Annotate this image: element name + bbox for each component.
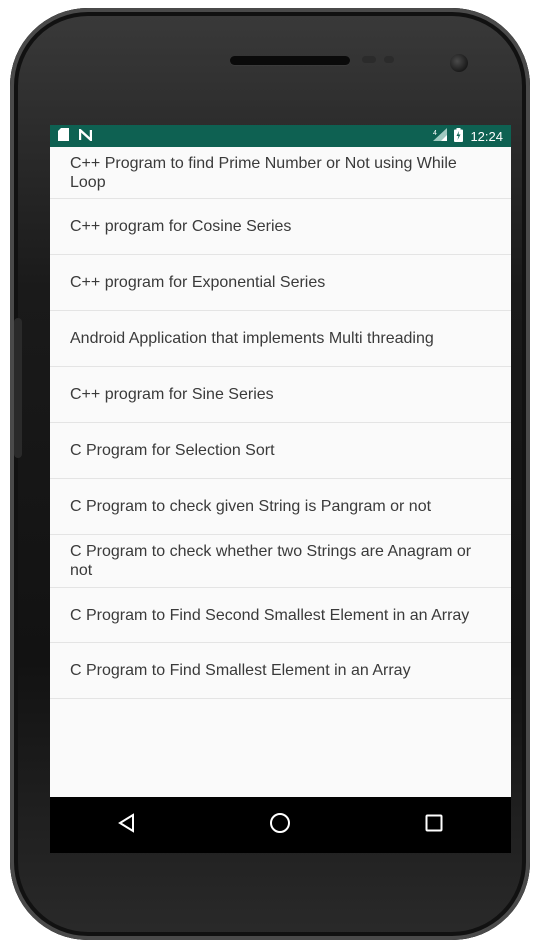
light-sensor	[384, 56, 394, 63]
list-item-label: C Program to check whether two Strings a…	[70, 543, 472, 579]
recents-square-icon	[424, 813, 444, 838]
list-item[interactable]: C++ Program to find Prime Number or Not …	[50, 147, 511, 199]
earpiece-speaker	[230, 56, 350, 65]
home-button[interactable]	[250, 800, 310, 850]
n-notification-icon	[78, 126, 93, 144]
list-item[interactable]: C Program to Find Smallest Element in an…	[50, 643, 511, 699]
list-item[interactable]: C Program to check whether two Strings a…	[50, 535, 511, 588]
status-bar: 4 12:24	[50, 125, 511, 147]
back-button[interactable]	[97, 800, 157, 850]
list-item[interactable]: C++ program for Sine Series	[50, 367, 511, 423]
proximity-sensor	[362, 56, 376, 63]
svg-text:4: 4	[433, 130, 437, 137]
list-item-label: C Program to check given String is Pangr…	[70, 498, 432, 515]
program-list: C++ Program to find Prime Number or Not …	[50, 147, 511, 699]
list-item-label: C Program to Find Second Smallest Elemen…	[70, 606, 470, 624]
list-item[interactable]: C++ program for Exponential Series	[50, 255, 511, 311]
list-item-label: C++ Program to find Prime Number or Not …	[70, 154, 457, 191]
signal-icon: 4	[433, 128, 448, 144]
list-item-label: C Program for Selection Sort	[70, 442, 275, 459]
screen: 4 12:24 C++ Program to find Prime Number…	[50, 125, 511, 797]
side-volume-button	[14, 318, 22, 458]
battery-icon	[454, 127, 464, 145]
list-item-label: Android Application that implements Mult…	[70, 330, 434, 347]
status-left-icons	[58, 126, 93, 144]
navigation-bar	[50, 797, 511, 853]
list-item[interactable]: C Program for Selection Sort	[50, 423, 511, 479]
recents-button[interactable]	[404, 800, 464, 850]
front-camera	[450, 54, 468, 72]
list-item[interactable]: Android Application that implements Mult…	[50, 311, 511, 367]
list-item-label: C++ program for Exponential Series	[70, 274, 326, 291]
list-item-label: C++ program for Sine Series	[70, 386, 274, 403]
sd-card-icon	[58, 128, 69, 144]
list-item-label: C++ program for Cosine Series	[70, 218, 292, 235]
list-item[interactable]: C++ program for Cosine Series	[50, 199, 511, 255]
list-item-label: C Program to Find Smallest Element in an…	[70, 662, 411, 679]
status-time: 12:24	[470, 128, 503, 144]
status-right-icons: 4 12:24	[433, 127, 503, 145]
list-item[interactable]: C Program to check given String is Pangr…	[50, 479, 511, 535]
home-circle-icon	[269, 812, 291, 839]
list-item[interactable]: C Program to Find Second Smallest Elemen…	[50, 588, 511, 643]
back-triangle-icon	[117, 812, 137, 838]
